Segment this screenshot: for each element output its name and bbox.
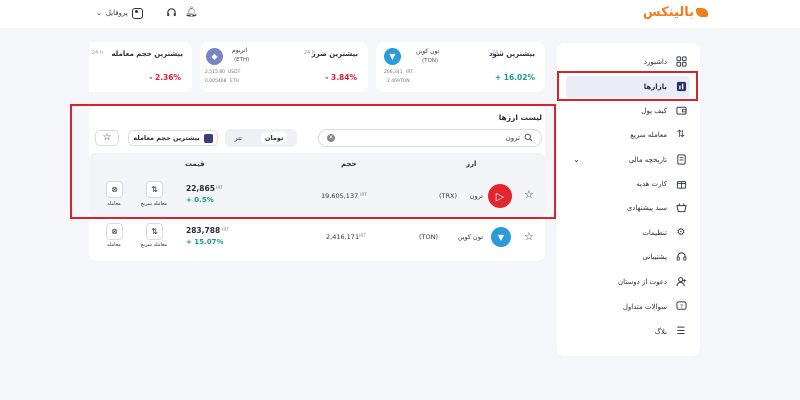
card-change: - 3.84% xyxy=(325,73,357,82)
chevron-down-icon: ⌄ xyxy=(96,9,102,17)
sidebar-item-dashboard[interactable]: داشبورد xyxy=(566,51,690,73)
card-price: 206,341 xyxy=(384,70,403,75)
card-top-loser[interactable]: بیشترین ضرر 24 h ◆ اتریوم (ETH) 2,515.80… xyxy=(200,42,368,92)
wallet-icon xyxy=(675,105,687,117)
price-value: 283,788 xyxy=(186,226,221,235)
sidebar-item-wallet[interactable]: کیف پول xyxy=(566,100,690,122)
sidebar-item-support[interactable]: پشتیبانی xyxy=(566,246,690,268)
card-usd: 2.469 xyxy=(387,79,400,84)
card-title: بیشترین ضرر xyxy=(311,50,358,58)
user-icon xyxy=(131,7,143,19)
card-top-volume[interactable]: بیشترین حجم معامله 24 h - 2.36% xyxy=(89,42,192,92)
price-change: + 15.07% xyxy=(186,238,224,246)
gear-icon: ⚙︎ xyxy=(676,227,686,238)
sidebar-item-history[interactable]: تاریخچه مالی xyxy=(566,149,690,171)
card-change: - 2.36% xyxy=(149,73,181,82)
card-price-unit: IRT xyxy=(406,70,413,75)
invite-icon xyxy=(675,276,687,288)
blog-icon: ☰ xyxy=(676,326,686,337)
card-usd: 0.005468 xyxy=(205,79,227,84)
sidebar-item-quick-trade[interactable]: معامله سریع ⇅ xyxy=(566,124,690,146)
quick-trade-button[interactable]: ⇅ xyxy=(146,223,163,240)
highlight-box-markets xyxy=(557,71,698,101)
svg-text:?: ? xyxy=(680,304,683,310)
sidebar-item-label: پشتیبانی xyxy=(642,253,667,261)
faq-icon: ? xyxy=(675,301,687,313)
volume-value: 2,416,171 xyxy=(326,233,360,241)
sidebar-item-blog[interactable]: بلاگ ☰ xyxy=(566,321,690,343)
card-period: 24 h xyxy=(491,50,503,56)
trade-button[interactable]: ⊗ xyxy=(106,223,123,240)
bell-icon[interactable]: 🔔︎ xyxy=(185,7,198,19)
highlight-box-market-list xyxy=(70,104,556,219)
table-row[interactable]: ☆ ▼ تون کوین (TON) 2,416,171 IRT 283,788… xyxy=(89,222,545,254)
basket-icon xyxy=(675,202,687,214)
star-icon[interactable]: ☆ xyxy=(524,230,534,243)
sidebar-item-settings[interactable]: تنظیمات ⚙︎ xyxy=(566,222,690,244)
history-icon xyxy=(675,154,687,166)
card-coin-name: تون کوین xyxy=(416,48,440,55)
ton-coin-icon: ▼ xyxy=(491,227,511,247)
card-period: 24 h xyxy=(303,50,315,56)
coin-symbol: (TON) xyxy=(419,233,439,241)
card-top-gainer[interactable]: بیشترین سود 24 h ▼ تون کوین (TON) 206,34… xyxy=(376,42,545,92)
profile-label: پروفایل xyxy=(105,9,128,17)
sidebar-item-label: تاریخچه مالی xyxy=(628,156,667,164)
chevron-down-icon[interactable]: ⌄ xyxy=(573,155,580,164)
sidebar-item-invite[interactable]: دعوت از دوستان xyxy=(566,271,690,293)
sidebar-item-label: داشبورد xyxy=(643,58,667,66)
card-title: بیشترین حجم معامله xyxy=(111,50,183,58)
ton-coin-icon: ▼ xyxy=(384,48,401,65)
sidebar-item-label: کیف پول xyxy=(641,107,667,115)
brand-name: بالینکس xyxy=(642,4,694,20)
sidebar-item-label: کارت هدیه xyxy=(636,180,667,188)
headset-icon[interactable] xyxy=(165,7,177,19)
volume-unit: IRT xyxy=(359,234,366,239)
sidebar-item-label: تنظیمات xyxy=(642,229,667,237)
quick-trade-label: معامله سریع xyxy=(140,242,168,248)
sidebar-item-basket[interactable]: سبد پیشنهادی xyxy=(566,197,690,219)
grid-icon xyxy=(675,56,687,68)
headset-icon xyxy=(675,251,687,263)
sidebar-item-label: سبد پیشنهادی xyxy=(626,204,667,212)
trade-label: معامله xyxy=(107,242,121,248)
coin-name: تون کوین xyxy=(457,233,483,241)
sidebar-item-label: دعوت از دوستان xyxy=(617,278,667,286)
card-price: 2,515.80 xyxy=(205,70,226,75)
card-price-unit: USDT xyxy=(228,70,241,75)
eth-coin-icon: ◆ xyxy=(206,48,223,65)
profile-menu[interactable]: ⌄ پروفایل xyxy=(96,6,143,20)
card-usd-unit: TON xyxy=(400,79,410,84)
card-coin-symbol: (ETH) xyxy=(234,57,250,63)
brand-mark-icon xyxy=(696,7,708,17)
brand-logo[interactable]: بالینکس xyxy=(638,3,708,21)
swap-icon: ⇅ xyxy=(676,129,686,140)
sidebar-item-label: معامله سریع xyxy=(630,131,667,139)
sidebar-item-label: بلاگ xyxy=(654,328,667,336)
sidebar-item-gift-card[interactable]: کارت هدیه xyxy=(566,173,690,195)
card-coin-symbol: (TON) xyxy=(422,58,439,64)
card-usd-unit: ETH xyxy=(230,79,239,84)
sidebar-item-label: سوالات متداول xyxy=(622,303,667,311)
card-period: 24 h xyxy=(91,50,103,56)
sidebar-item-faq[interactable]: سوالات متداول ? xyxy=(566,296,690,318)
card-coin-name: اتریوم xyxy=(232,47,248,54)
price-unit: IRT xyxy=(222,228,229,233)
gift-icon xyxy=(675,178,687,190)
card-change: + 16.02% xyxy=(494,73,535,82)
